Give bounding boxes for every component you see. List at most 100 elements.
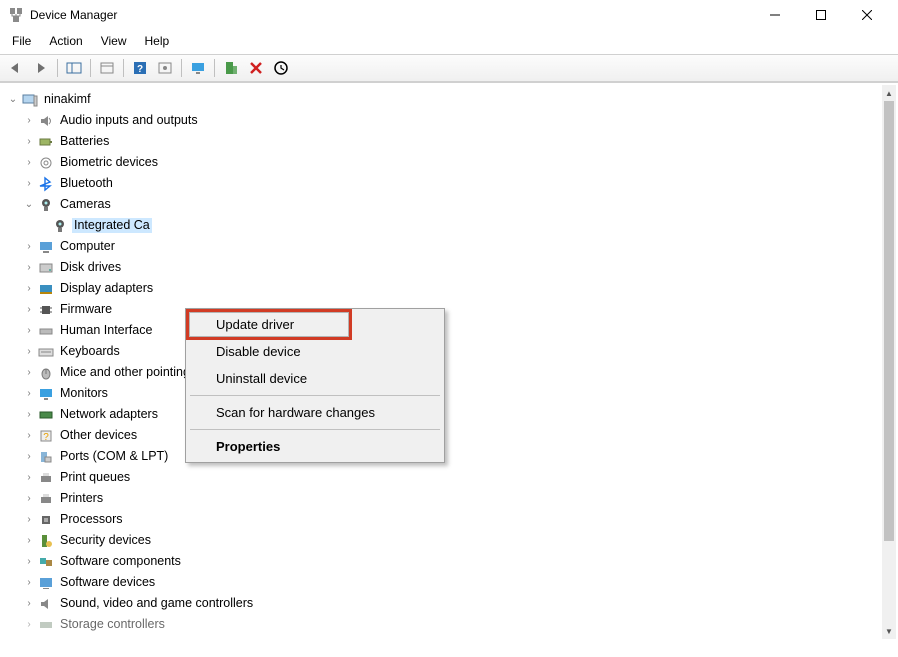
expand-icon[interactable]: › [22,555,36,569]
tree-item-label[interactable]: Network adapters [58,407,160,422]
expand-icon[interactable]: › [22,429,36,443]
menu-help[interactable]: Help [137,32,178,50]
tree-item-display[interactable]: › Display adapters [6,278,882,299]
tree-item-label[interactable]: Keyboards [58,344,122,359]
tree-item-sound[interactable]: › Sound, video and game controllers [6,593,882,614]
expand-icon[interactable]: › [22,387,36,401]
context-update-driver[interactable]: Update driver [188,311,442,338]
vertical-scrollbar[interactable]: ▲ ▼ [882,85,896,639]
expand-icon[interactable]: › [22,324,36,338]
show-hide-tree-button[interactable] [62,57,86,79]
expand-icon[interactable]: › [22,618,36,632]
mouse-icon [38,365,54,381]
content-area: ⌄ ninakimf › Audio inputs and outputs › … [0,82,898,657]
minimize-button[interactable] [752,0,798,30]
context-uninstall-device[interactable]: Uninstall device [188,365,442,392]
tree-item-label[interactable]: Security devices [58,533,153,548]
tree-item-label[interactable]: Cameras [58,197,113,212]
tree-item-label[interactable]: Monitors [58,386,110,401]
scroll-thumb[interactable] [884,101,894,541]
expand-icon[interactable]: › [22,450,36,464]
expand-icon[interactable]: › [22,597,36,611]
tree-item-label[interactable]: Firmware [58,302,114,317]
tree-item-print-queues[interactable]: › Print queues [6,467,882,488]
tree-item-printers[interactable]: › Printers [6,488,882,509]
monitor-button[interactable] [186,57,210,79]
expand-icon[interactable]: › [22,177,36,191]
tree-item-software-components[interactable]: › Software components [6,551,882,572]
tree-item-label[interactable]: Processors [58,512,125,527]
help-button[interactable]: ? [128,57,152,79]
tree-item-label[interactable]: Display adapters [58,281,155,296]
tree-item-label[interactable]: Computer [58,239,117,254]
back-button[interactable] [4,57,28,79]
expand-icon[interactable]: › [22,471,36,485]
tree-item-cameras[interactable]: ⌄ Cameras [6,194,882,215]
expand-icon[interactable]: › [22,576,36,590]
tree-root-label[interactable]: ninakimf [42,92,93,107]
menu-view[interactable]: View [93,32,135,50]
tree-item-label[interactable]: Software components [58,554,183,569]
collapse-icon[interactable]: ⌄ [22,198,36,212]
tree-item-label[interactable]: Other devices [58,428,139,443]
expand-icon[interactable]: › [22,282,36,296]
tree-item-security[interactable]: › Security devices [6,530,882,551]
tree-item-label[interactable]: Human Interface [58,323,154,338]
uninstall-button[interactable] [244,57,268,79]
expand-icon[interactable]: › [22,240,36,254]
expand-icon[interactable]: › [22,366,36,380]
expand-icon[interactable]: › [22,534,36,548]
computer-icon [38,239,54,255]
tree-item-label[interactable]: Storage controllers [58,617,167,632]
tree-root[interactable]: ⌄ ninakimf [6,89,882,110]
tree-item-software-devices[interactable]: › Software devices [6,572,882,593]
tree-item-integrated-camera[interactable]: Integrated Ca [6,215,882,236]
tree-item-bluetooth[interactable]: › Bluetooth [6,173,882,194]
expand-icon[interactable]: › [22,345,36,359]
update-driver-button[interactable] [219,57,243,79]
expand-icon[interactable]: › [22,513,36,527]
expand-icon[interactable]: › [22,261,36,275]
context-scan-hardware[interactable]: Scan for hardware changes [188,399,442,426]
expand-icon[interactable]: › [22,408,36,422]
tree-item-audio[interactable]: › Audio inputs and outputs [6,110,882,131]
expand-icon[interactable]: › [22,492,36,506]
expand-icon[interactable]: › [22,303,36,317]
menu-action[interactable]: Action [41,32,90,50]
menu-file[interactable]: File [4,32,39,50]
tree-item-label[interactable]: Audio inputs and outputs [58,113,200,128]
disk-icon [38,260,54,276]
tree-item-processors[interactable]: › Processors [6,509,882,530]
tree-item-storage[interactable]: › Storage controllers [6,614,882,635]
context-disable-device[interactable]: Disable device [188,338,442,365]
tree-item-label[interactable]: Biometric devices [58,155,160,170]
tree-item-batteries[interactable]: › Batteries [6,131,882,152]
disable-button[interactable] [269,57,293,79]
scroll-up-button[interactable]: ▲ [882,85,896,101]
window-controls [752,0,890,30]
scan-hardware-button[interactable] [153,57,177,79]
properties-button[interactable] [95,57,119,79]
tree-item-label[interactable]: Printers [58,491,105,506]
collapse-icon[interactable]: ⌄ [6,93,20,107]
tree-item-disk-drives[interactable]: › Disk drives [6,257,882,278]
tree-item-label[interactable]: Integrated Ca [72,218,152,233]
expand-icon[interactable]: › [22,135,36,149]
tree-item-label[interactable]: Print queues [58,470,132,485]
tree-item-label[interactable]: Batteries [58,134,111,149]
forward-button[interactable] [29,57,53,79]
tree-item-label[interactable]: Ports (COM & LPT) [58,449,170,464]
expand-icon[interactable]: › [22,114,36,128]
tree-item-label[interactable]: Software devices [58,575,157,590]
tree-item-label[interactable]: Sound, video and game controllers [58,596,255,611]
tree-item-computer[interactable]: › Computer [6,236,882,257]
close-button[interactable] [844,0,890,30]
tree-item-biometric[interactable]: › Biometric devices [6,152,882,173]
port-icon [38,449,54,465]
tree-item-label[interactable]: Bluetooth [58,176,115,191]
tree-item-label[interactable]: Disk drives [58,260,123,275]
scroll-down-button[interactable]: ▼ [882,623,896,639]
context-properties[interactable]: Properties [188,433,442,460]
maximize-button[interactable] [798,0,844,30]
expand-icon[interactable]: › [22,156,36,170]
